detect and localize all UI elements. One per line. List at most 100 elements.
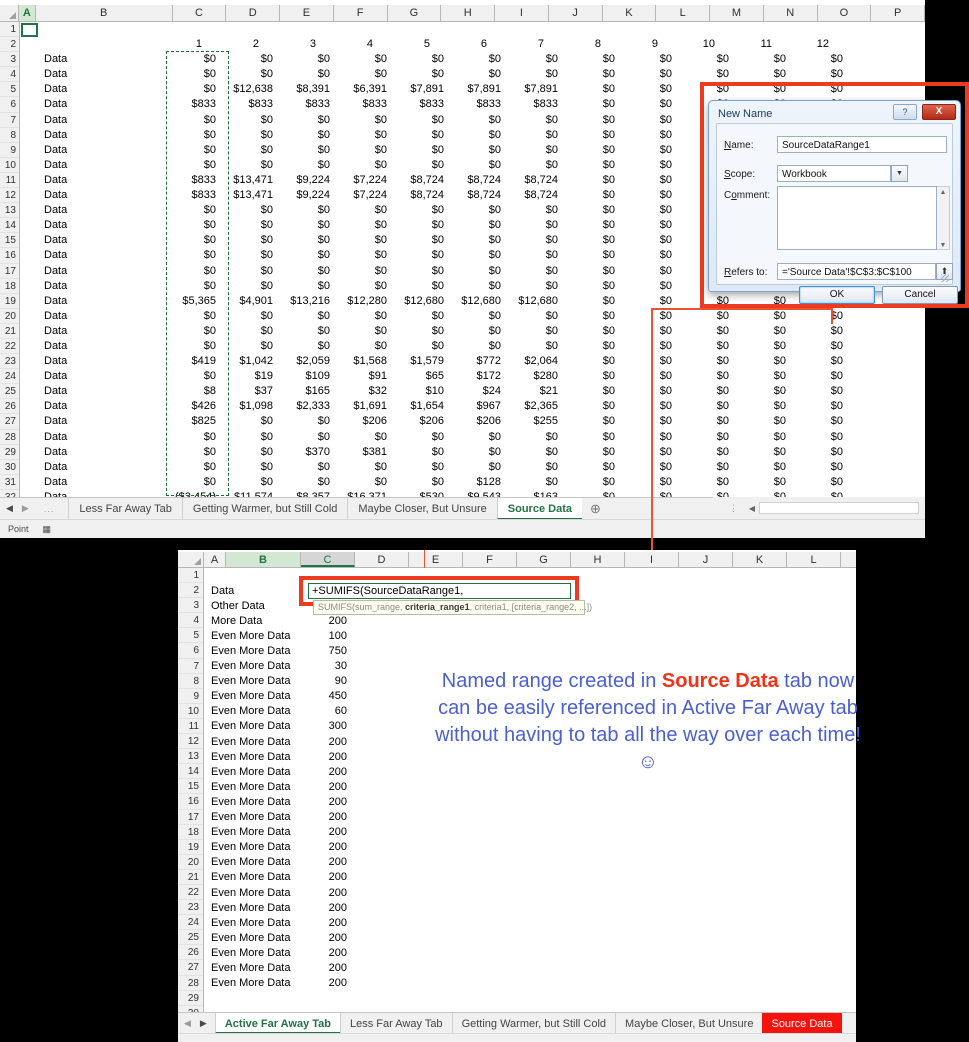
data-cell[interactable]: $0 [336, 279, 393, 294]
data-cell[interactable]: $0 [393, 309, 450, 324]
row-header[interactable]: 5 [0, 82, 19, 98]
data-cell[interactable]: $825 [165, 414, 222, 429]
data-cell[interactable]: $370 [279, 445, 336, 460]
row-header[interactable]: 17 [178, 810, 203, 825]
row-value-cell[interactable]: 200 [301, 932, 355, 944]
data-cell[interactable]: $0 [735, 309, 792, 324]
data-cell[interactable]: $0 [621, 339, 678, 354]
data-cell[interactable]: $0 [507, 248, 564, 263]
data-cell[interactable]: $0 [792, 445, 849, 460]
row-header[interactable]: 14 [178, 764, 203, 780]
bottom-column-header-D[interactable]: D [355, 552, 409, 567]
data-cell[interactable]: $0 [450, 279, 507, 294]
row-label-cell[interactable]: Data [20, 82, 165, 97]
data-cell[interactable]: $0 [564, 143, 621, 158]
data-cell[interactable]: $1,042 [222, 354, 279, 369]
data-cell[interactable]: $0 [507, 113, 564, 128]
row-label-cell[interactable]: Data [20, 143, 165, 158]
period-header-cell[interactable]: 3 [279, 37, 336, 52]
row-label-cell[interactable]: Data [20, 113, 165, 128]
bottom-column-header-E[interactable]: E [409, 552, 463, 567]
data-cell[interactable]: $0 [393, 67, 450, 82]
data-cell[interactable]: $0 [621, 97, 678, 112]
data-cell[interactable]: $0 [678, 52, 735, 67]
data-cell[interactable]: $2,365 [507, 399, 564, 414]
row-label-cell[interactable]: Data [20, 369, 165, 384]
data-cell[interactable]: $0 [222, 430, 279, 445]
data-cell[interactable]: $12,680 [507, 294, 564, 309]
row-header[interactable]: 12 [0, 188, 19, 204]
row-label-cell[interactable]: Even More Data [204, 630, 301, 642]
data-cell[interactable]: $426 [165, 399, 222, 414]
period-header-cell[interactable]: 6 [450, 37, 507, 52]
period-header-cell[interactable]: 11 [735, 37, 792, 52]
data-cell[interactable]: $0 [165, 339, 222, 354]
data-cell[interactable]: $0 [336, 67, 393, 82]
row-label-cell[interactable]: Even More Data [204, 841, 301, 853]
cancel-button[interactable]: Cancel [882, 286, 958, 304]
data-cell[interactable]: $0 [222, 324, 279, 339]
data-cell[interactable]: $0 [279, 414, 336, 429]
row-header[interactable]: 27 [0, 414, 19, 430]
data-cell[interactable]: $0 [792, 430, 849, 445]
data-cell[interactable]: $0 [621, 460, 678, 475]
data-cell[interactable]: $8,724 [507, 173, 564, 188]
data-cell[interactable]: $0 [678, 369, 735, 384]
data-cell[interactable]: $0 [165, 460, 222, 475]
data-cell[interactable]: $21 [507, 384, 564, 399]
row-header[interactable]: 22 [178, 885, 203, 901]
data-cell[interactable]: $0 [393, 445, 450, 460]
split-handle-icon[interactable]: ⋮ [723, 503, 745, 514]
data-cell[interactable]: $0 [336, 309, 393, 324]
row-label-cell[interactable]: Even More Data [204, 932, 301, 944]
row-value-cell[interactable]: 200 [301, 962, 355, 974]
data-cell[interactable]: $833 [165, 97, 222, 112]
row-value-cell[interactable]: 200 [301, 871, 355, 883]
data-cell[interactable]: $0 [222, 218, 279, 233]
data-cell[interactable]: $0 [564, 324, 621, 339]
data-cell[interactable]: $0 [564, 188, 621, 203]
data-cell[interactable]: $0 [678, 460, 735, 475]
data-cell[interactable]: $0 [621, 143, 678, 158]
data-cell[interactable]: $0 [507, 475, 564, 490]
data-cell[interactable]: $0 [165, 67, 222, 82]
row-header[interactable]: 12 [178, 734, 203, 750]
data-cell[interactable]: $0 [735, 52, 792, 67]
data-cell[interactable]: $6,391 [336, 82, 393, 97]
row-label-cell[interactable]: Even More Data [204, 811, 301, 823]
data-cell[interactable]: $0 [450, 339, 507, 354]
row-header[interactable]: 13 [0, 203, 19, 219]
data-cell[interactable]: $0 [222, 475, 279, 490]
data-cell[interactable]: $0 [279, 113, 336, 128]
data-cell[interactable]: $0 [564, 294, 621, 309]
column-header-F[interactable]: F [333, 5, 388, 21]
top-tab-source-data[interactable]: Source Data [496, 497, 582, 520]
row-label-cell[interactable]: Even More Data [204, 962, 301, 974]
data-cell[interactable]: $7,224 [336, 188, 393, 203]
row-header[interactable]: 15 [178, 779, 203, 795]
data-cell[interactable]: $0 [735, 67, 792, 82]
data-cell[interactable]: $0 [792, 384, 849, 399]
row-header[interactable]: 21 [0, 323, 19, 339]
row-label-cell[interactable]: Data [20, 67, 165, 82]
column-header-E[interactable]: E [280, 5, 334, 21]
data-cell[interactable]: $0 [165, 264, 222, 279]
data-cell[interactable]: $0 [279, 475, 336, 490]
data-cell[interactable]: $0 [279, 460, 336, 475]
top-tab-less-far-away[interactable]: Less Far Away Tab [68, 497, 182, 520]
data-cell[interactable]: $0 [621, 475, 678, 490]
column-header-C[interactable]: C [172, 5, 227, 21]
row-header[interactable]: 31 [0, 474, 19, 490]
data-cell[interactable]: $24 [450, 384, 507, 399]
data-cell[interactable]: $0 [165, 158, 222, 173]
row-label-cell[interactable]: Data [20, 294, 165, 309]
bottom-column-header-I[interactable]: I [625, 552, 679, 567]
data-cell[interactable]: $0 [735, 430, 792, 445]
data-cell[interactable]: $0 [222, 445, 279, 460]
data-cell[interactable]: $7,891 [393, 82, 450, 97]
row-header[interactable]: 5 [178, 628, 203, 644]
row-header[interactable]: 22 [0, 338, 19, 355]
data-cell[interactable]: $0 [621, 82, 678, 97]
data-cell[interactable]: $0 [450, 203, 507, 218]
data-cell[interactable]: $0 [393, 203, 450, 218]
